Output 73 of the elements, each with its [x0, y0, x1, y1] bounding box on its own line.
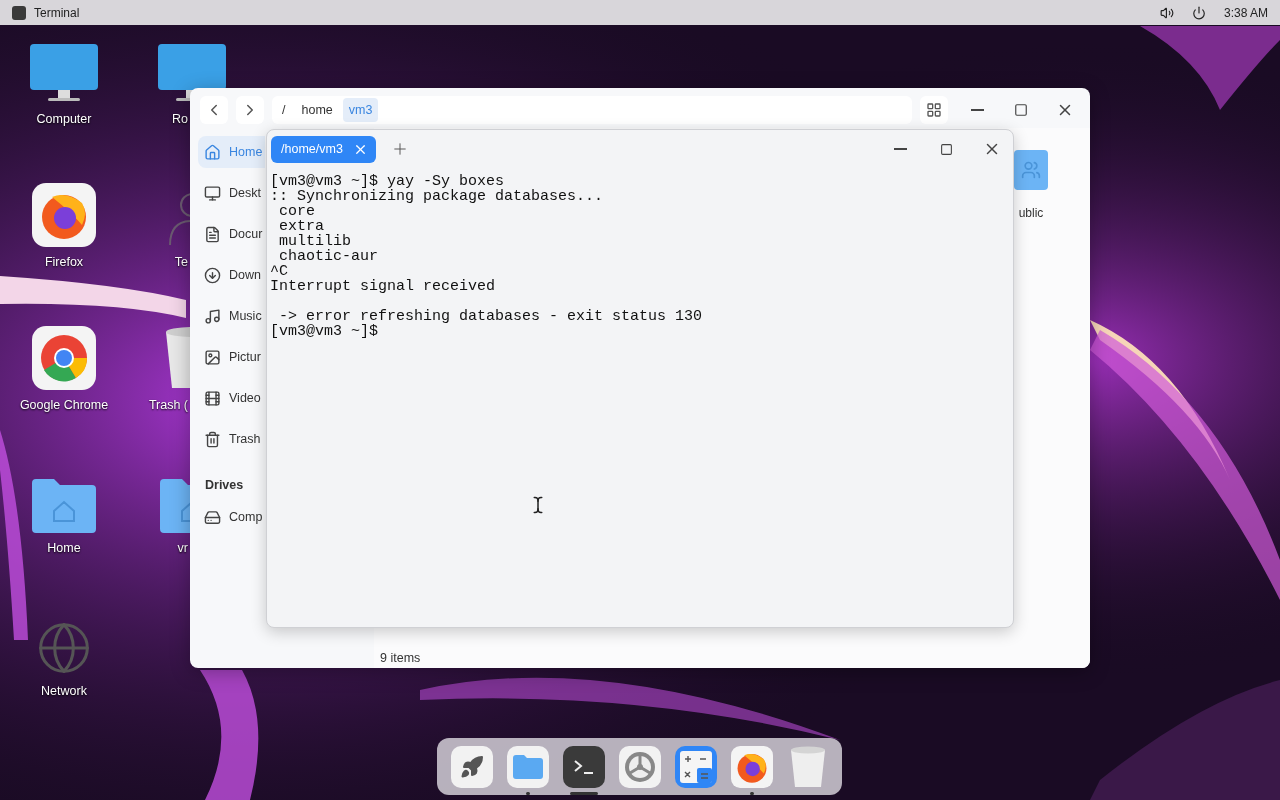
running-indicator — [569, 791, 598, 795]
document-icon — [204, 225, 221, 243]
terminal-line: extra — [278, 219, 324, 234]
active-app-title: Terminal — [34, 5, 80, 20]
breadcrumb-item[interactable]: home — [295, 98, 339, 122]
running-indicator — [749, 791, 754, 795]
monitor-icon — [204, 184, 221, 202]
clock: 3:38 AM — [1223, 5, 1268, 20]
firefox-icon[interactable] — [32, 183, 96, 247]
terminal-line: [vm3@vm3 ~]$ — [270, 324, 379, 339]
breadcrumb-item[interactable]: / — [276, 98, 292, 122]
forward-button[interactable] — [236, 96, 264, 124]
maximize-icon — [939, 142, 953, 156]
desktop-icon-label[interactable]: Home — [47, 541, 81, 555]
trash-icon — [204, 430, 221, 448]
minimize-icon — [893, 148, 907, 150]
grid-icon — [926, 102, 942, 118]
music-note-icon — [204, 307, 221, 325]
volume-icon[interactable] — [1159, 5, 1174, 20]
terminal-prompt-icon — [573, 758, 594, 775]
calculator-button[interactable] — [674, 745, 717, 788]
desktop-icon-label[interactable]: vr — [177, 541, 188, 555]
rocket-launcher-button[interactable] — [450, 745, 493, 788]
terminal-app-icon — [12, 5, 26, 20]
trash-icon[interactable] — [164, 326, 190, 390]
monitor-icon[interactable] — [158, 44, 226, 104]
running-indicator — [525, 791, 530, 795]
desktop-icon-label[interactable]: Firefox — [44, 255, 84, 269]
chrome-icon[interactable] — [32, 326, 96, 390]
terminal-line: ^C — [270, 264, 288, 279]
image-icon — [204, 348, 221, 366]
back-button[interactable] — [200, 96, 228, 124]
minimize-icon — [970, 109, 984, 111]
folder-label[interactable]: ublic — [1018, 206, 1044, 220]
desktop-icon-label[interactable]: Te — [174, 255, 188, 269]
desktop-icon-label[interactable]: Computer — [36, 112, 92, 126]
terminal-line: multilib — [278, 234, 351, 249]
sidebar-heading: Drives — [204, 477, 245, 492]
sidebar-item[interactable]: Pictur — [198, 341, 265, 373]
folder-icon[interactable] — [32, 477, 96, 533]
power-icon[interactable] — [1191, 5, 1206, 20]
desktop-icon-label[interactable]: Network — [41, 684, 87, 698]
firefox-button[interactable] — [730, 745, 773, 788]
terminal-line: Interrupt signal received — [270, 279, 496, 294]
monitor-icon[interactable] — [30, 44, 98, 104]
home-icon — [204, 143, 221, 161]
drive-icon — [204, 508, 221, 526]
terminal-line: core — [278, 204, 315, 219]
sidebar-item[interactable]: Deskt — [198, 177, 265, 209]
maximize-icon — [1014, 103, 1028, 117]
terminal-line: [vm3@vm3 ~]$ yay -Sy boxes — [270, 174, 505, 189]
sidebar-item[interactable]: Docur — [198, 218, 265, 250]
desktop-icon-label[interactable]: Trash ( — [148, 398, 188, 412]
grid-view-button[interactable] — [920, 96, 948, 124]
film-icon — [204, 389, 221, 407]
rocket-icon — [459, 754, 484, 779]
terminal-line: :: Synchronizing package databases... — [270, 189, 604, 204]
folder-icon[interactable] — [160, 477, 190, 533]
sidebar-item[interactable]: Down — [198, 259, 265, 291]
desktop-icon-label[interactable]: Google Chrome — [19, 398, 109, 412]
item-count: 9 items — [379, 651, 422, 667]
sidebar-item[interactable]: Music — [198, 300, 265, 332]
download-icon — [204, 266, 221, 284]
terminal-line: -> error refreshing databases - exit status 130 — [279, 309, 703, 324]
terminal-tab[interactable]: /home/vm3 — [271, 135, 376, 163]
desktop-icon-label[interactable]: Ro — [172, 112, 188, 126]
path-bar[interactable]: / home vm3 — [272, 96, 912, 124]
sidebar-item[interactable]: Video — [198, 382, 265, 414]
terminal-line: chaotic-aur — [278, 249, 379, 264]
terminal-button[interactable] — [562, 745, 605, 788]
settings-button[interactable] — [618, 745, 661, 788]
sidebar-item[interactable]: Trash — [198, 423, 265, 455]
sidebar-item[interactable]: Comp — [198, 501, 265, 533]
